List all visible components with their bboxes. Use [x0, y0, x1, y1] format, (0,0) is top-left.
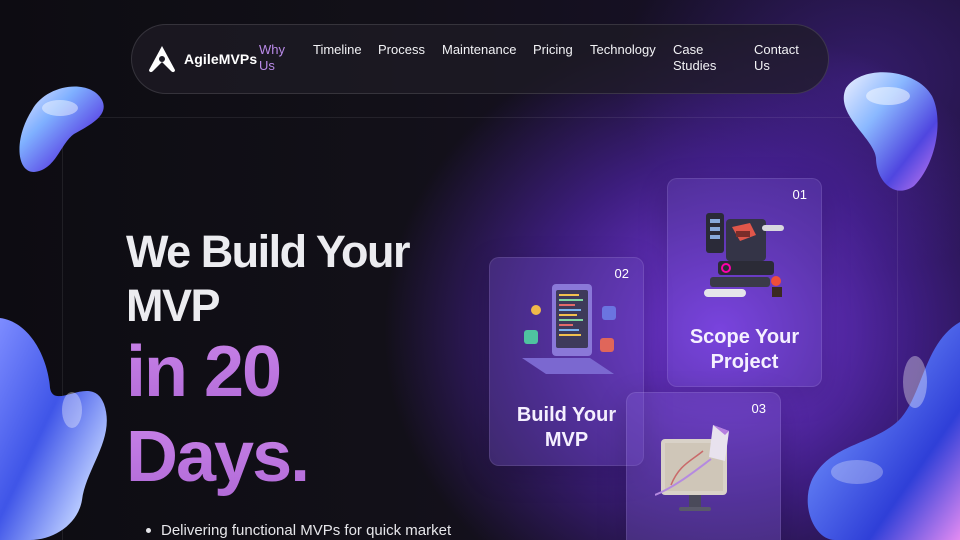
brand-logo[interactable]: AgileMVPs — [147, 44, 257, 74]
web-design-illustration-icon — [704, 213, 784, 297]
logo-a-icon — [149, 46, 175, 73]
hero-bullet: Delivering functional MVPs for quick mar… — [146, 522, 451, 539]
nav-link-process[interactable]: Process — [378, 42, 425, 58]
glass-blob-top-right — [843, 72, 938, 191]
glass-blob-top-left — [19, 86, 104, 172]
nav-link-contact-us[interactable]: Contact Us — [754, 42, 799, 74]
hero-bullet-text: Delivering functional MVPs for quick mar… — [161, 522, 452, 539]
hero-heading-line-1: We Build Your — [126, 226, 411, 277]
laptop-code-illustration-icon — [522, 284, 616, 374]
brand-name: AgileMVPs — [184, 51, 258, 67]
glass-blob-bottom-right — [807, 322, 960, 540]
top-navigation: AgileMVPs Why Us Timeline Process Mainte… — [131, 24, 829, 94]
card-number: 03 — [751, 401, 766, 416]
nav-link-why-us[interactable]: Why Us — [259, 42, 285, 74]
nav-link-technology[interactable]: Technology — [590, 42, 656, 58]
bullet-dot — [146, 528, 151, 533]
glass-blob-bottom-left — [0, 318, 107, 540]
card-number: 02 — [614, 266, 629, 281]
nav-link-maintenance[interactable]: Maintenance — [442, 42, 516, 58]
hero-heading-line-2: MVP — [126, 280, 221, 331]
card-title: Scope Your Project — [689, 326, 800, 373]
hero-accent-line-2: Days. — [126, 417, 310, 497]
nav-link-case-studies[interactable]: Case Studies — [673, 42, 716, 74]
card-number: 01 — [792, 187, 807, 202]
nav-link-pricing[interactable]: Pricing — [533, 42, 573, 58]
step-card-build[interactable]: 02 Build Your MVP — [489, 257, 644, 466]
step-card-launch[interactable]: 03 — [626, 392, 781, 540]
nav-link-timeline[interactable]: Timeline — [313, 42, 362, 58]
step-card-scope[interactable]: 01 Scope Your Project — [667, 178, 822, 387]
rocket-launch-illustration-icon — [655, 425, 729, 511]
card-title: Build Your MVP — [516, 404, 617, 451]
hero-accent-line-1: in 20 — [126, 332, 282, 412]
